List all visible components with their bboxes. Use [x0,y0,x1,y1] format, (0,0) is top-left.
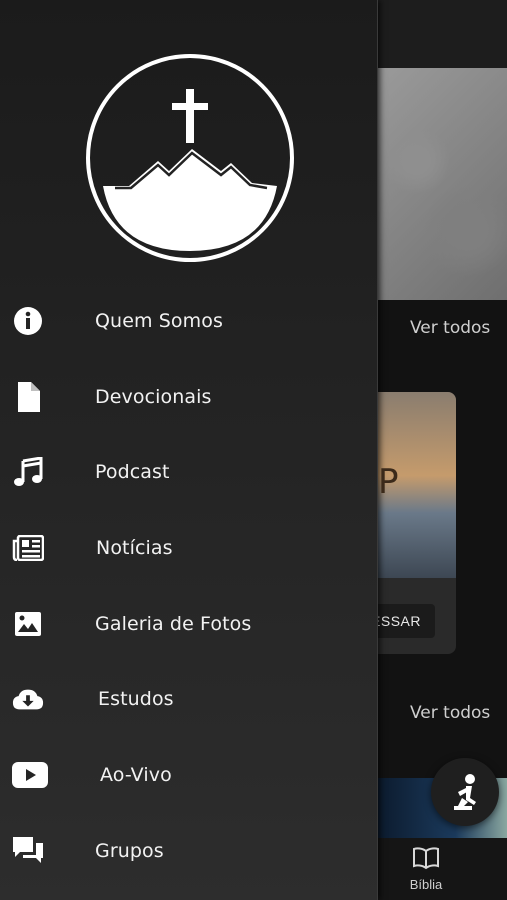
menu-item-grupos[interactable]: Grupos [0,821,378,881]
card-title-fragment: P [378,462,399,502]
menu-item-estudos[interactable]: Estudos [0,669,378,729]
praying-person-icon [454,774,476,810]
chat-bubbles-icon [12,835,44,867]
youtube-play-icon [12,759,48,791]
see-all-link-2[interactable]: Ver todos [410,703,490,723]
menu-item-label: Podcast [95,461,170,483]
menu-item-label: Galeria de Fotos [95,613,252,635]
open-book-icon [413,847,439,870]
cross-on-mountain-logo [86,54,294,262]
menu-item-devocionais[interactable]: Devocionais [0,367,378,427]
menu-item-label: Estudos [98,688,174,710]
navigation-drawer: Quem Somos Devocionais Podcast Notícias … [0,0,378,900]
menu-item-label: Ao-Vivo [100,764,172,786]
menu-item-label: Grupos [95,840,164,862]
bottom-nav-bible-label: Bíblia [409,877,443,892]
menu-item-label: Quem Somos [95,310,223,332]
menu-item-ao-vivo[interactable]: Ao-Vivo [0,745,378,805]
menu-item-label: Devocionais [95,386,212,408]
document-icon [12,381,44,413]
image-icon [12,608,44,640]
info-icon [12,305,44,337]
menu-item-galeria-de-fotos[interactable]: Galeria de Fotos [0,594,378,654]
bottom-nav-bible[interactable]: Bíblia [396,846,456,892]
cloud-download-icon [12,683,44,715]
menu-item-label: Notícias [96,537,173,559]
see-all-link[interactable]: Ver todos [410,318,490,338]
featured-image[interactable] [378,68,507,300]
music-note-icon [12,456,44,488]
menu-item-podcast[interactable]: Podcast [0,442,378,502]
prayer-fab-button[interactable] [431,758,499,826]
newspaper-icon [12,532,44,564]
menu-item-quem-somos[interactable]: Quem Somos [0,291,378,351]
menu-item-noticias[interactable]: Notícias [0,518,378,578]
